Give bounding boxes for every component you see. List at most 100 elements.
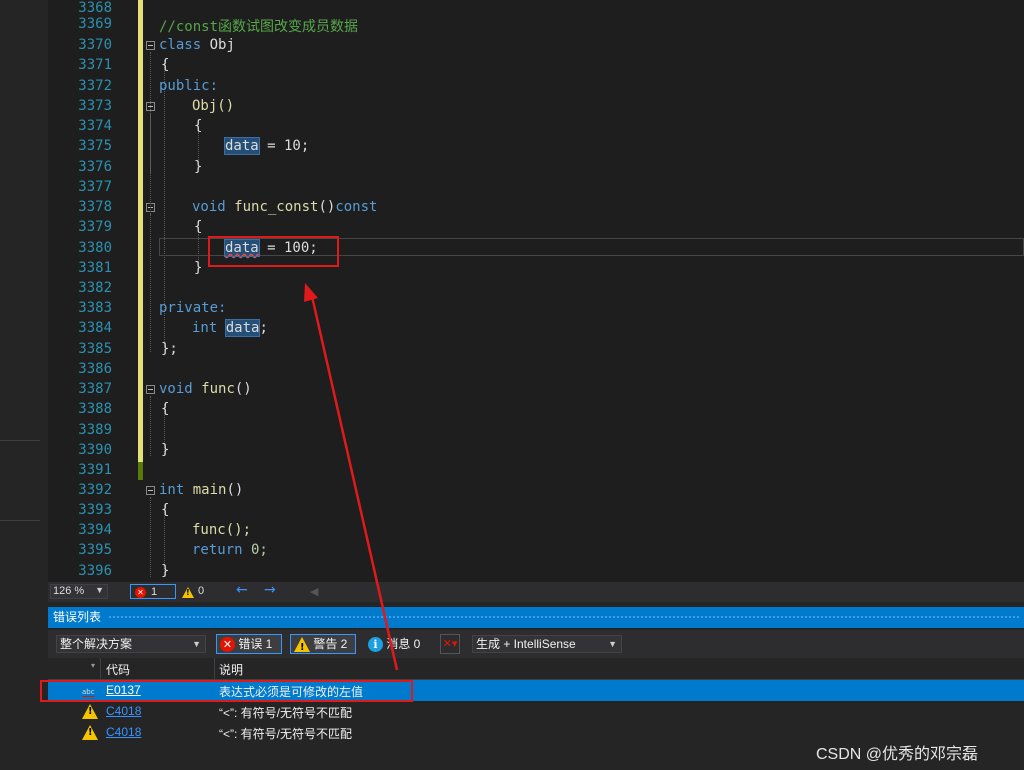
fold-toggle-icon[interactable]	[146, 41, 155, 50]
warning-icon	[294, 637, 310, 657]
warning-count: 0	[198, 585, 205, 597]
line-number: 3378	[78, 199, 112, 215]
left-tool-strip	[0, 0, 48, 770]
annotation-box-error-line	[208, 236, 339, 267]
code-line-func-decl: void func()	[159, 381, 252, 397]
line-number: 3395	[78, 542, 112, 558]
error-list-header: ▾ 代码 说明	[48, 658, 1024, 680]
error-code-link[interactable]: C4018	[106, 704, 141, 718]
line-number: 3382	[78, 280, 112, 296]
editor-status-bar: 126 % ▼ ✕1 0 ← → ◀	[48, 582, 1024, 602]
code-line-public: public:	[159, 78, 219, 94]
line-number: 3388	[78, 401, 112, 417]
code-line-class-decl: class Obj	[159, 37, 235, 53]
line-number: 3393	[78, 502, 112, 518]
clear-filter-icon[interactable]: ✕▾	[440, 634, 460, 654]
code-line-brace: {	[161, 57, 170, 73]
title-grip	[108, 615, 1020, 620]
saved-lines-marker	[138, 462, 143, 480]
code-line-brace: }	[194, 260, 203, 276]
chevron-down-icon: ▼	[608, 639, 617, 649]
zoom-dropdown[interactable]: 126 % ▼	[50, 584, 108, 599]
watermark: CSDN @优秀的邓宗磊	[816, 746, 979, 763]
code-comment: //const函数试图改变成员数据	[159, 19, 359, 35]
line-number: 3396	[78, 563, 112, 579]
code-editor[interactable]: 3368 3369 3370 3371 3372 3373 3374 3375 …	[48, 0, 1024, 582]
error-description: “<”: 有符号/无符号不匹配	[219, 727, 353, 741]
messages-filter-label: 消息 0	[386, 637, 421, 651]
arrow-left-icon[interactable]: ←	[236, 582, 248, 598]
code-line-member-decl: int data;	[192, 319, 268, 337]
scope-guide	[150, 497, 151, 577]
indent-guide	[198, 132, 199, 162]
scope-guide	[150, 52, 151, 352]
line-number: 3394	[78, 522, 112, 538]
line-number: 3390	[78, 442, 112, 458]
strip-divider	[0, 440, 40, 441]
code-line-brace: {	[194, 219, 203, 235]
build-source-dropdown[interactable]: 生成 + IntelliSense ▼	[472, 635, 622, 653]
code-line-func-const: void func_const()const	[192, 199, 378, 215]
messages-filter-button[interactable]: i 消息 0	[364, 634, 430, 654]
scroll-left-icon[interactable]: ◀	[310, 585, 318, 598]
build-source-value: 生成 + IntelliSense	[476, 637, 576, 651]
error-list-toolbar: 整个解决方案 ▼ ✕ 错误 1 警告 2 i 消息 0 ✕▾ 生成 + Intel…	[48, 630, 1024, 658]
line-number: 3377	[78, 179, 112, 195]
code-line-return: return 0;	[192, 542, 268, 558]
code-line-class-end: };	[161, 341, 178, 357]
scope-guide	[150, 396, 151, 456]
table-row[interactable]: C4018 “<”: 有符号/无符号不匹配	[48, 701, 1024, 722]
error-code-link[interactable]: C4018	[106, 725, 141, 739]
column-sort-icon[interactable]: ▾	[91, 661, 95, 670]
code-line-ctor: Obj()	[192, 98, 235, 114]
line-number: 3376	[78, 159, 112, 175]
chevron-down-icon: ▼	[95, 585, 104, 595]
code-line-brace: }	[194, 159, 203, 175]
warning-count-indicator[interactable]: 0	[182, 584, 212, 599]
column-divider[interactable]	[214, 658, 215, 679]
warning-icon	[82, 725, 98, 741]
scope-dropdown[interactable]: 整个解决方案 ▼	[56, 635, 206, 653]
scope-guide	[150, 113, 151, 173]
info-icon: i	[368, 637, 383, 653]
line-number: 3384	[78, 320, 112, 336]
line-number: 3387	[78, 381, 112, 397]
annotation-box-error-row	[40, 680, 413, 702]
error-icon: ✕	[135, 586, 146, 598]
line-number: 3386	[78, 361, 112, 377]
line-number: 3391	[78, 462, 112, 478]
scope-guide	[150, 214, 151, 274]
line-number: 3371	[78, 57, 112, 73]
fold-toggle-icon[interactable]	[146, 486, 155, 495]
warning-icon	[82, 704, 98, 720]
code-line-private: private:	[159, 300, 227, 316]
changed-lines-marker	[138, 0, 143, 462]
errors-filter-button[interactable]: ✕ 错误 1	[216, 634, 282, 654]
scope-value: 整个解决方案	[60, 637, 133, 651]
warnings-filter-label: 警告 2	[313, 637, 348, 651]
line-number: 3372	[78, 78, 112, 94]
column-code-header[interactable]: 代码	[106, 661, 130, 678]
error-list-title-bar: 错误列表	[48, 607, 1024, 628]
chevron-down-icon: ▼	[192, 639, 201, 649]
strip-divider	[0, 520, 40, 521]
warning-icon	[182, 586, 194, 598]
code-line-brace: {	[161, 502, 170, 518]
zoom-level: 126 %	[53, 585, 85, 597]
line-number: 3389	[78, 422, 112, 438]
line-number: 3375	[78, 138, 112, 154]
error-count-indicator[interactable]: ✕ 1	[130, 584, 176, 599]
line-number: 3381	[78, 260, 112, 276]
line-number: 3379	[78, 219, 112, 235]
warnings-filter-button[interactable]: 警告 2	[290, 634, 356, 657]
line-number: 3368	[78, 0, 112, 16]
fold-toggle-icon[interactable]	[146, 385, 155, 394]
code-line-brace: }	[161, 563, 170, 579]
column-desc-header[interactable]: 说明	[219, 661, 243, 678]
panel-title: 错误列表	[53, 610, 102, 624]
arrow-right-icon[interactable]: →	[264, 582, 276, 598]
column-divider[interactable]	[100, 658, 101, 679]
error-icon: ✕	[220, 637, 235, 653]
code-line-func-call: func();	[192, 522, 252, 538]
code-line-brace: }	[161, 442, 170, 458]
